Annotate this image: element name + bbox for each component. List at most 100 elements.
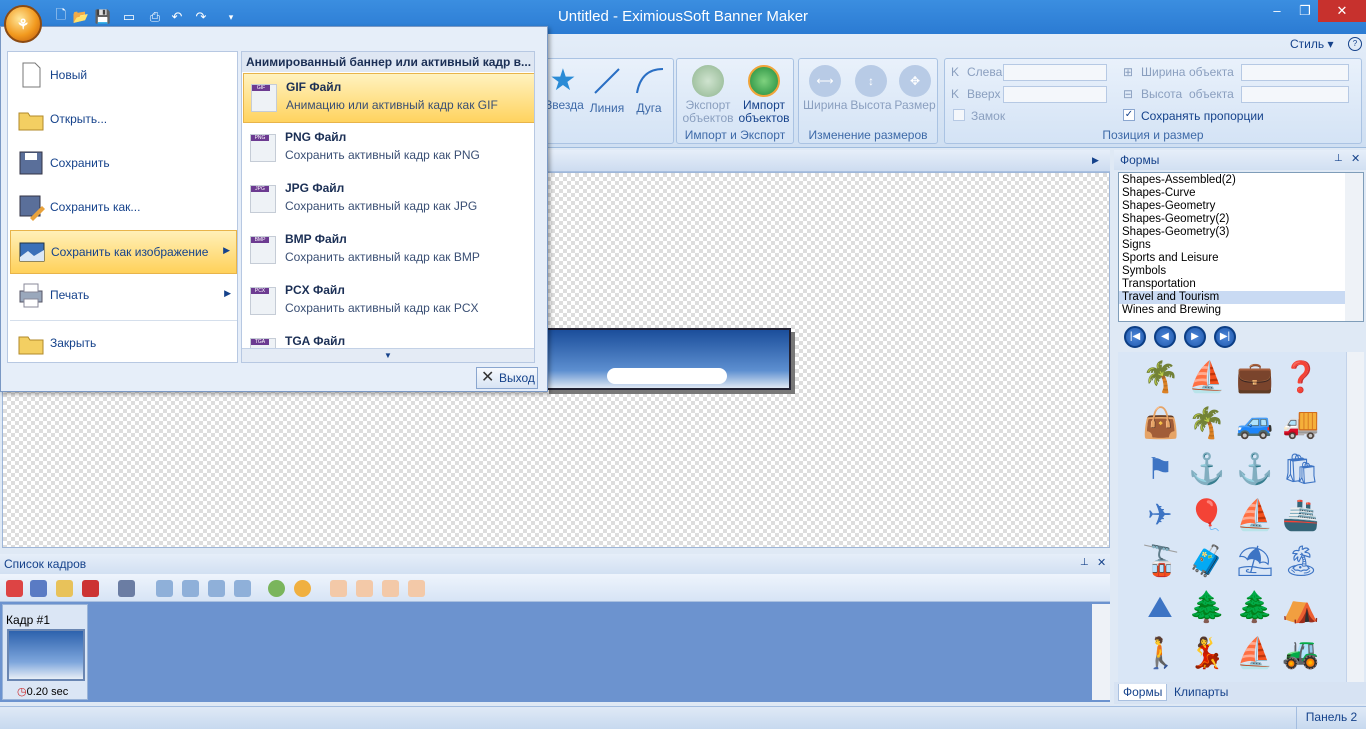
prev-page-icon[interactable]: ◀ bbox=[1154, 326, 1176, 348]
beach-umbrella-icon[interactable]: ⛱ bbox=[1236, 544, 1274, 580]
left-spinner[interactable] bbox=[1003, 64, 1107, 81]
paste-frame-icon[interactable] bbox=[56, 580, 73, 597]
forms-pin-icon[interactable]: ⊥ bbox=[1334, 153, 1343, 164]
list-item[interactable]: Symbols bbox=[1119, 265, 1347, 278]
frame-properties-icon[interactable] bbox=[118, 580, 135, 597]
list-item[interactable]: Sports and Leisure bbox=[1119, 252, 1347, 265]
submenu-item-pcx[interactable]: PCX PCX Файл Сохранить активный кадр как… bbox=[243, 277, 534, 327]
list-item[interactable]: Shapes-Geometry(2) bbox=[1119, 213, 1347, 226]
obj-width-spinner[interactable] bbox=[1241, 64, 1349, 81]
save-icon[interactable]: 💾 bbox=[94, 8, 112, 26]
close-button[interactable]: ✕ bbox=[1318, 0, 1366, 22]
forms-category-list[interactable]: Shapes-Assembled(2) Shapes-Curve Shapes-… bbox=[1118, 172, 1364, 322]
banner-image[interactable] bbox=[545, 328, 791, 390]
redo-icon[interactable]: ↷ bbox=[192, 8, 210, 26]
menu-item-close[interactable]: Закрыть bbox=[10, 322, 237, 366]
arc-button[interactable]: Дуга bbox=[631, 65, 667, 115]
frame-move-up-icon[interactable] bbox=[182, 580, 199, 597]
sail-icon[interactable]: ⛵ bbox=[1236, 636, 1273, 672]
cable-car-icon[interactable]: 🚡 bbox=[1142, 544, 1179, 580]
timer-icon[interactable] bbox=[294, 580, 311, 597]
tent-icon[interactable]: ⛺ bbox=[1282, 590, 1319, 626]
delete-frame-icon[interactable] bbox=[82, 580, 99, 597]
flag-icon[interactable]: ⚑ bbox=[1142, 452, 1178, 488]
play-animation-icon[interactable] bbox=[268, 580, 285, 597]
mountain-road-icon[interactable]: ⛰ bbox=[1142, 590, 1178, 626]
forms-close-icon[interactable]: ✕ bbox=[1351, 152, 1360, 165]
forest-road-icon[interactable]: 🌲 bbox=[1188, 590, 1225, 626]
list-item[interactable]: Wines and Brewing bbox=[1119, 304, 1347, 317]
frame-duration[interactable]: ◷0.20 sec bbox=[17, 685, 68, 698]
new-file-icon[interactable]: 🗋 bbox=[52, 7, 70, 26]
menu-item-save[interactable]: Сохранить bbox=[10, 142, 237, 186]
star-button[interactable]: ★ Звезда bbox=[545, 65, 584, 112]
menu-item-new[interactable]: Новый bbox=[10, 54, 237, 98]
island-icon[interactable]: 🏝 bbox=[1282, 544, 1320, 580]
menu-item-open[interactable]: Открыть... bbox=[10, 98, 237, 142]
canvas-scroll-right-icon[interactable]: ▶ bbox=[1092, 155, 1099, 166]
menu-item-print[interactable]: Печать ▶ bbox=[10, 274, 237, 318]
submenu-item-bmp[interactable]: BMP BMP Файл Сохранить активный кадр как… bbox=[243, 226, 534, 276]
submenu-item-png[interactable]: PNG PNG Файл Сохранить активный кадр как… bbox=[243, 124, 534, 174]
frames-scrollbar[interactable] bbox=[1092, 604, 1110, 700]
menu-item-save-as-image[interactable]: Сохранить как изображение ▶ bbox=[10, 230, 237, 274]
preview-icon[interactable]: ▭ bbox=[118, 8, 140, 26]
line-button[interactable]: Линия bbox=[589, 65, 625, 115]
frames-close-icon[interactable]: ✕ bbox=[1097, 556, 1106, 569]
truck-icon[interactable]: 🚚 bbox=[1282, 406, 1319, 442]
exit-button[interactable]: ✕ Выход bbox=[476, 367, 538, 389]
bag-icon[interactable]: 👜 bbox=[1142, 406, 1179, 442]
list-item[interactable]: Shapes-Geometry(3) bbox=[1119, 226, 1347, 239]
airplane-icon[interactable]: ✈ bbox=[1142, 498, 1178, 534]
shapes-scrollbar[interactable] bbox=[1346, 352, 1364, 682]
copy-frame-icon[interactable] bbox=[30, 580, 47, 597]
hiker-icon[interactable]: 🚶 bbox=[1142, 636, 1179, 672]
size-button[interactable]: ✥ Размер bbox=[893, 65, 937, 112]
prev-frame-icon[interactable] bbox=[356, 580, 373, 597]
list-item[interactable]: Shapes-Assembled(2) bbox=[1119, 174, 1347, 187]
minimize-button[interactable]: – bbox=[1262, 0, 1292, 22]
frame-move-last-icon[interactable] bbox=[234, 580, 251, 597]
pine-trees-icon[interactable]: 🌲 bbox=[1236, 590, 1273, 626]
list-item[interactable]: Signs bbox=[1119, 239, 1347, 252]
suitcase-icon[interactable]: 💼 bbox=[1236, 360, 1273, 396]
import-objects-button[interactable]: Импорт объектов bbox=[737, 65, 791, 125]
export-objects-button[interactable]: Экспорт объектов bbox=[681, 65, 735, 125]
tractor-icon[interactable]: 🚜 bbox=[1282, 636, 1319, 672]
question-sign-icon[interactable]: ❓ bbox=[1282, 360, 1319, 396]
yacht-icon[interactable]: ⛵ bbox=[1236, 498, 1273, 534]
last-page-icon[interactable]: ▶| bbox=[1214, 326, 1236, 348]
top-spinner[interactable] bbox=[1003, 86, 1107, 103]
style-menu[interactable]: Стиль ▾ bbox=[1290, 37, 1333, 51]
tab-cliparts[interactable]: Клипарты bbox=[1170, 684, 1232, 700]
qat-dropdown-icon[interactable]: ▾ bbox=[222, 8, 240, 26]
print-icon[interactable]: ⎙ bbox=[146, 8, 164, 26]
jeep-icon[interactable]: 🚙 bbox=[1236, 406, 1273, 442]
next-page-icon[interactable]: ▶ bbox=[1184, 326, 1206, 348]
add-frame-icon[interactable] bbox=[6, 580, 23, 597]
menu-item-save-as[interactable]: Сохранить как... bbox=[10, 186, 237, 230]
first-page-icon[interactable]: |◀ bbox=[1124, 326, 1146, 348]
list-item[interactable]: Shapes-Curve bbox=[1119, 187, 1347, 200]
anchor-icon[interactable]: ⚓ bbox=[1236, 452, 1273, 488]
dancer-icon[interactable]: 💃 bbox=[1188, 636, 1225, 672]
ship-icon[interactable]: 🚢 bbox=[1282, 498, 1319, 534]
pin-icon[interactable]: ⊥ bbox=[1080, 557, 1089, 568]
frame-thumbnail[interactable]: Кадр #1 ◷0.20 sec bbox=[2, 604, 88, 700]
lock-checkbox[interactable] bbox=[953, 109, 965, 121]
submenu-item-gif[interactable]: GIF GIF Файл Анимацию или активный кадр … bbox=[243, 73, 534, 123]
last-frame-icon[interactable] bbox=[408, 580, 425, 597]
tab-forms[interactable]: Формы bbox=[1118, 684, 1168, 701]
width-button[interactable]: ⟷ Ширина bbox=[803, 65, 847, 112]
help-icon[interactable]: ? bbox=[1348, 37, 1362, 51]
balloon-icon[interactable]: 🎈 bbox=[1188, 498, 1225, 534]
next-frame-icon[interactable] bbox=[382, 580, 399, 597]
anchor-outline-icon[interactable]: ⚓ bbox=[1188, 452, 1225, 488]
frame-move-first-icon[interactable] bbox=[156, 580, 173, 597]
list-item[interactable]: Shapes-Geometry bbox=[1119, 200, 1347, 213]
submenu-item-jpg[interactable]: JPG JPG Файл Сохранить активный кадр как… bbox=[243, 175, 534, 225]
hammock-icon[interactable]: 🌴 bbox=[1188, 406, 1225, 442]
list-item[interactable]: Transportation bbox=[1119, 278, 1347, 291]
luggage-icon[interactable]: 🧳 bbox=[1188, 544, 1225, 580]
submenu-item-tga[interactable]: TGA TGA Файл bbox=[243, 328, 534, 348]
